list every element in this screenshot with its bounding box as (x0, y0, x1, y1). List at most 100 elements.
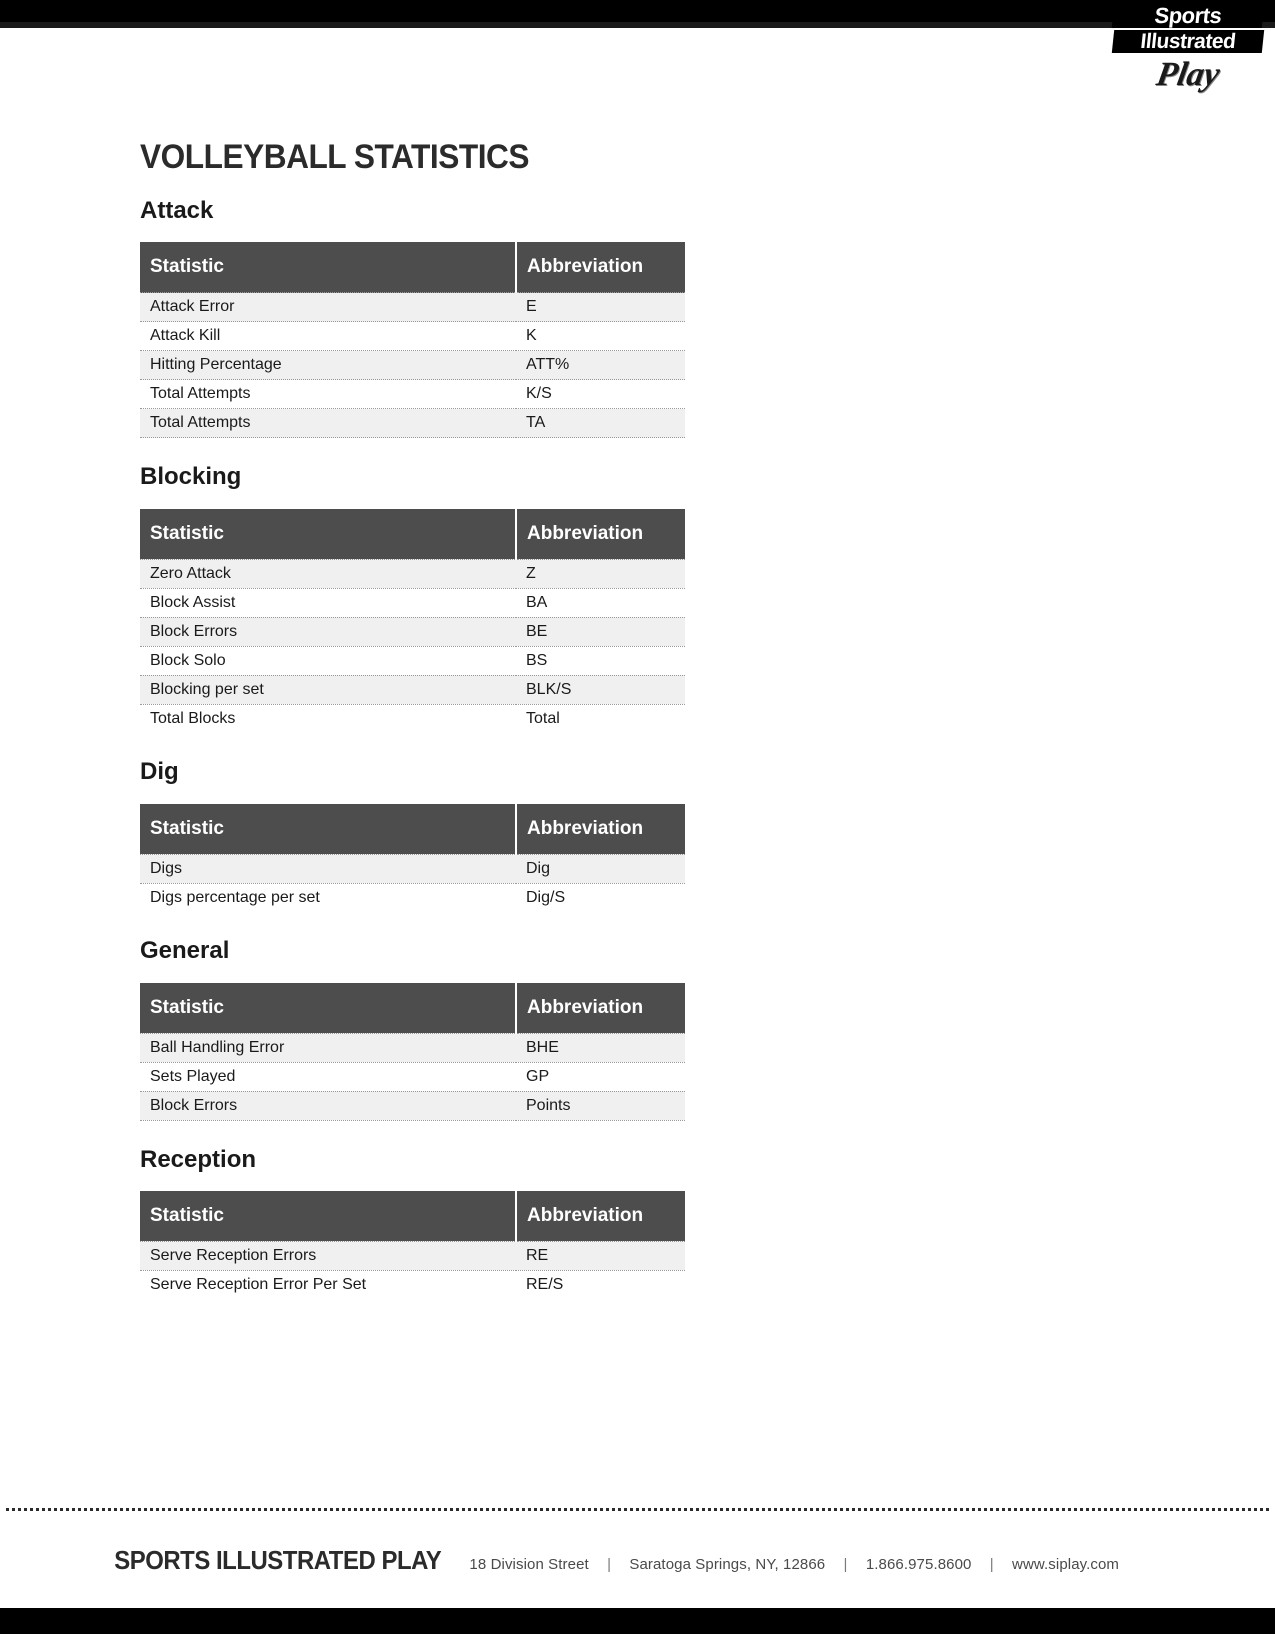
cell-statistic: Blocking per set (140, 674, 516, 705)
cell-statistic: Digs percentage per set (140, 883, 516, 913)
footer-separator: | (989, 1556, 994, 1573)
table-row: Block Assist BA (140, 588, 685, 618)
table-row: Ball Handling Error BHE (140, 1032, 685, 1063)
column-header-abbreviation: Abbreviation (516, 1190, 685, 1242)
cell-statistic: Block Errors (140, 616, 516, 647)
page: Sports Illustrated Play VOLLEYBALL STATI… (0, 0, 1275, 1650)
cell-statistic: Total Attempts (140, 379, 516, 409)
blocking-stats-table: Statistic Abbreviation Zero Attack Z Blo… (140, 508, 685, 734)
cell-abbreviation: K/S (516, 379, 685, 409)
table-row: Digs Dig (140, 853, 685, 884)
cell-statistic: Ball Handling Error (140, 1032, 516, 1063)
section-heading-attack: Attack (140, 197, 214, 224)
dig-stats-table: Statistic Abbreviation Digs Dig Digs per… (140, 803, 685, 913)
column-header-abbreviation: Abbreviation (516, 242, 685, 293)
cell-statistic: Attack Kill (140, 321, 516, 351)
footer-meta: 18 Division Street | Saratoga Springs, N… (469, 1556, 1119, 1573)
section-dig: Dig Statistic Abbreviation Digs Dig Digs… (140, 758, 700, 913)
footer-phone: 1.866.975.8600 (865, 1556, 972, 1573)
column-header-statistic: Statistic (140, 508, 517, 560)
cell-statistic: Total Attempts (140, 408, 516, 439)
document-content: VOLLEYBALL STATISTICS Attack Statistic A… (140, 140, 700, 1325)
general-stats-table: Statistic Abbreviation Ball Handling Err… (140, 982, 685, 1121)
logo-line-illustrated: Illustrated (1111, 30, 1265, 53)
cell-abbreviation: Total (516, 704, 685, 734)
sports-illustrated-play-logo: Sports Illustrated Play (1111, 3, 1265, 100)
bottom-black-bar (0, 1608, 1275, 1634)
table-header-row: Statistic Abbreviation (140, 982, 685, 1034)
cell-abbreviation: RE/S (516, 1270, 685, 1300)
cell-statistic: Hitting Percentage (140, 350, 516, 381)
footer-divider (6, 1508, 1269, 1511)
cell-statistic: Sets Played (140, 1062, 516, 1092)
cell-abbreviation: ATT% (516, 350, 685, 381)
cell-abbreviation: RE (516, 1240, 685, 1271)
cell-abbreviation: K (516, 321, 685, 351)
cell-abbreviation: BHE (516, 1032, 685, 1063)
footer-city-state-zip: Saratoga Springs, NY, 12866 (629, 1556, 826, 1573)
cell-statistic: Digs (140, 853, 516, 884)
section-attack: Attack Statistic Abbreviation Attack Err… (140, 197, 700, 439)
cell-statistic: Serve Reception Errors (140, 1240, 516, 1271)
footer-brand: SPORTS ILLUSTRATED PLAY (114, 1545, 442, 1575)
table-header-row: Statistic Abbreviation (140, 242, 685, 293)
page-footer: SPORTS ILLUSTRATED PLAY 18 Division Stre… (100, 1545, 1180, 1576)
table-row: Sets Played GP (140, 1062, 685, 1092)
footer-separator: | (843, 1556, 848, 1573)
table-row: Block Errors BE (140, 616, 685, 647)
column-header-statistic: Statistic (140, 1190, 517, 1242)
column-header-statistic: Statistic (140, 982, 517, 1034)
table-row: Attack Kill K (140, 321, 685, 351)
page-title: VOLLEYBALL STATISTICS (140, 138, 530, 176)
section-heading-reception: Reception (140, 1145, 257, 1173)
cell-statistic: Zero Attack (140, 558, 516, 589)
cell-abbreviation: BE (516, 616, 685, 647)
table-header-row: Statistic Abbreviation (140, 1190, 685, 1242)
footer-website[interactable]: www.siplay.com (1012, 1556, 1119, 1573)
table-row: Total Attempts K/S (140, 379, 685, 409)
section-heading-general: General (140, 937, 230, 965)
cell-abbreviation: BS (516, 646, 685, 676)
cell-abbreviation: Dig (516, 853, 685, 884)
table-row: Block Solo BS (140, 646, 685, 676)
cell-abbreviation: TA (516, 408, 685, 439)
cell-statistic: Serve Reception Error Per Set (140, 1270, 516, 1300)
cell-statistic: Attack Error (140, 292, 516, 323)
table-row: Blocking per set BLK/S (140, 674, 685, 705)
table-row: Serve Reception Error Per Set RE/S (140, 1270, 685, 1300)
footer-separator: | (607, 1556, 612, 1573)
section-general: General Statistic Abbreviation Ball Hand… (140, 937, 700, 1121)
attack-stats-table: Statistic Abbreviation Attack Error E At… (140, 242, 685, 439)
cell-statistic: Block Solo (140, 646, 516, 676)
section-heading-blocking: Blocking (140, 463, 242, 491)
table-header-row: Statistic Abbreviation (140, 803, 685, 855)
table-row: Serve Reception Errors RE (140, 1240, 685, 1271)
cell-statistic: Total Blocks (140, 704, 516, 734)
cell-abbreviation: GP (516, 1062, 685, 1092)
section-blocking: Blocking Statistic Abbreviation Zero Att… (140, 463, 700, 734)
cell-abbreviation: Points (516, 1090, 685, 1121)
column-header-statistic: Statistic (140, 803, 517, 855)
top-black-bar (0, 0, 1275, 28)
logo-line-sports: Sports (1111, 3, 1265, 28)
section-heading-dig: Dig (140, 758, 179, 786)
column-header-abbreviation: Abbreviation (516, 982, 685, 1034)
section-reception: Reception Statistic Abbreviation Serve R… (140, 1145, 700, 1300)
table-row: Zero Attack Z (140, 558, 685, 589)
table-row: Attack Error E (140, 292, 685, 323)
reception-stats-table: Statistic Abbreviation Serve Reception E… (140, 1190, 685, 1300)
table-row: Hitting Percentage ATT% (140, 350, 685, 381)
cell-abbreviation: Dig/S (516, 883, 685, 913)
cell-statistic: Block Errors (140, 1090, 516, 1121)
cell-abbreviation: BLK/S (516, 674, 685, 705)
cell-abbreviation: BA (516, 588, 685, 618)
table-row: Block Errors Points (140, 1090, 685, 1121)
cell-abbreviation: Z (516, 558, 685, 589)
table-row: Total Attempts TA (140, 408, 685, 439)
column-header-abbreviation: Abbreviation (516, 508, 685, 560)
table-header-row: Statistic Abbreviation (140, 508, 685, 560)
cell-statistic: Block Assist (140, 588, 516, 618)
column-header-statistic: Statistic (140, 242, 517, 293)
table-row: Total Blocks Total (140, 704, 685, 734)
column-header-abbreviation: Abbreviation (516, 803, 685, 855)
